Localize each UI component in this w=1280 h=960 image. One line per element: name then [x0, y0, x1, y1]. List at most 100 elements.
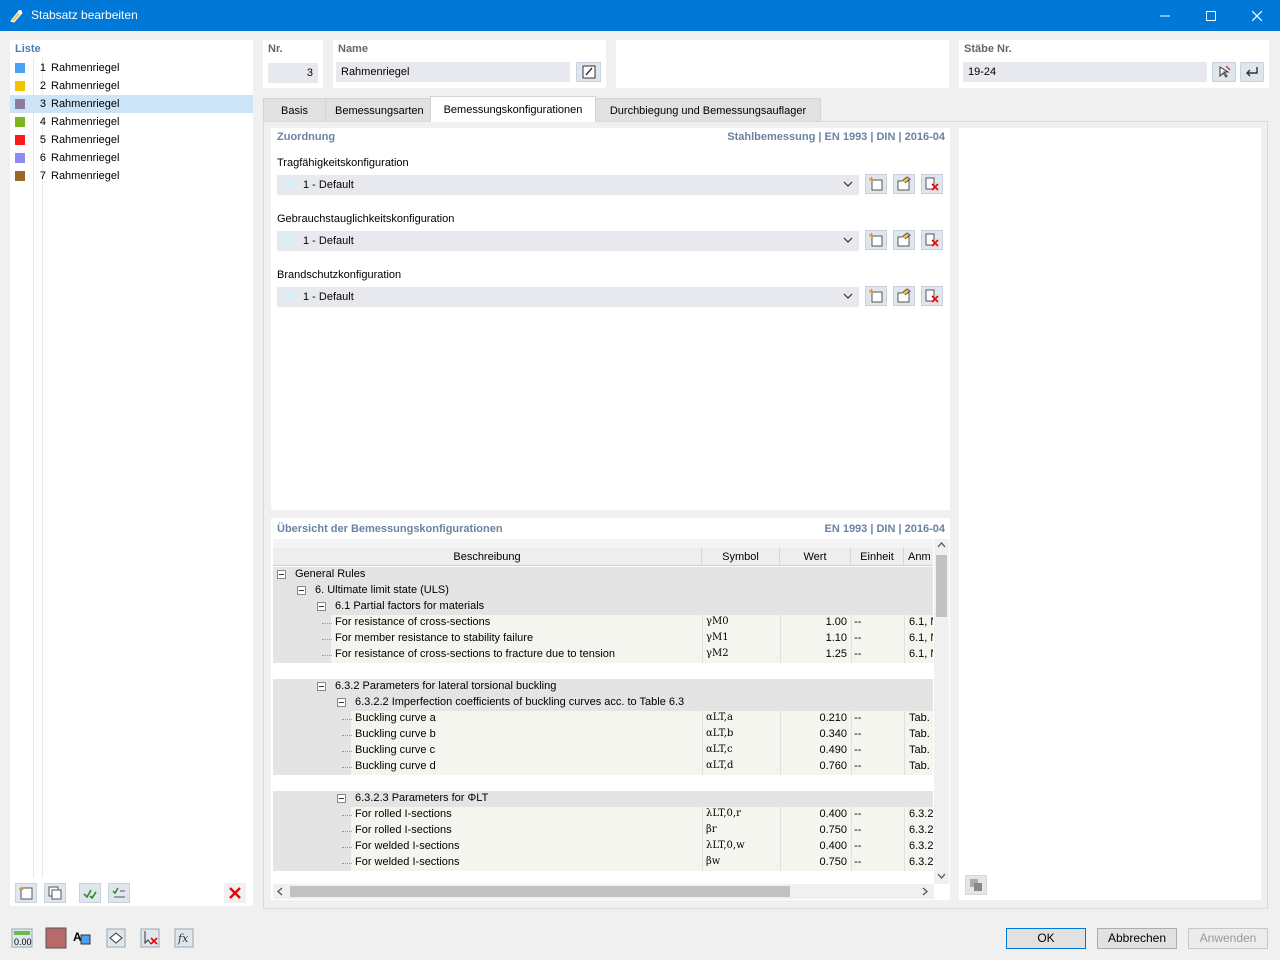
collapse-toggle-icon[interactable] — [317, 682, 326, 691]
tab-durchbiegung[interactable]: Durchbiegung und Bemessungsauflager — [595, 98, 821, 122]
row-symbol: αLT,b — [706, 728, 734, 739]
column-divider — [904, 823, 905, 839]
collapse-toggle-icon[interactable] — [337, 794, 346, 803]
edit-name-icon[interactable] — [576, 62, 601, 82]
horizontal-scroll-thumb[interactable] — [290, 886, 790, 897]
tree-group-row[interactable]: 6.3.2.3 Parameters for ΦLT — [273, 791, 933, 807]
col-header-description[interactable]: Beschreibung — [273, 548, 702, 566]
comment-box[interactable] — [616, 40, 949, 88]
list-item[interactable]: 2 Rahmenriegel — [10, 77, 253, 95]
check-selected-icon[interactable] — [108, 883, 130, 903]
new-config-icon[interactable] — [865, 286, 887, 306]
col-header-unit[interactable]: Einheit — [851, 548, 904, 566]
table-row[interactable]: Buckling curve d αLT,d 0.760 -- Tab. — [273, 759, 933, 775]
color-icon[interactable] — [44, 927, 68, 949]
column-divider — [702, 727, 703, 743]
list-item[interactable]: 6 Rahmenriegel — [10, 149, 253, 167]
table-row[interactable]: For rolled I-sections βr 0.750 -- 6.3.2 — [273, 823, 933, 839]
col-header-value[interactable]: Wert — [780, 548, 851, 566]
table-row[interactable]: For welded I-sections βw 0.750 -- 6.3.2 — [273, 855, 933, 871]
tree-group-row[interactable]: 6. Ultimate limit state (ULS) — [273, 583, 933, 599]
return-icon[interactable] — [1240, 62, 1264, 82]
tree-group-row[interactable]: 6.3.2 Parameters for lateral torsional b… — [273, 679, 933, 695]
app-icon — [9, 8, 24, 23]
name-field[interactable]: Rahmenriegel — [336, 62, 570, 82]
new-item-icon[interactable] — [15, 883, 37, 903]
vertical-scroll-thumb[interactable] — [936, 555, 947, 617]
copy-item-icon[interactable] — [44, 883, 66, 903]
vertical-scrollbar[interactable] — [934, 539, 949, 884]
col-header-note[interactable]: Anm — [904, 548, 933, 566]
tree-connector — [342, 863, 352, 864]
table-row[interactable]: Buckling curve b αLT,b 0.340 -- Tab. — [273, 727, 933, 743]
close-button[interactable] — [1234, 0, 1280, 31]
collapse-toggle-icon[interactable] — [297, 586, 306, 595]
tree-group-row[interactable]: General Rules — [273, 567, 933, 583]
row-symbol: βw — [706, 856, 721, 867]
tree-group-row[interactable]: 6.3.2.2 Imperfection coefficients of buc… — [273, 695, 933, 711]
name-label: Name — [338, 43, 368, 55]
uls-config-label: Tragfähigkeitskonfiguration — [277, 157, 409, 169]
table-row[interactable]: For rolled I-sections λLT,0,r 0.400 -- 6.3.2 — [273, 807, 933, 823]
delete-config-icon[interactable] — [921, 174, 943, 194]
table-row[interactable]: For member resistance to stability failu… — [273, 631, 933, 647]
row-description: For rolled I-sections — [355, 808, 452, 820]
list-item[interactable]: 5 Rahmenriegel — [10, 131, 253, 149]
tab-bemessungskonfigurationen[interactable]: Bemessungskonfigurationen — [430, 96, 596, 122]
row-description: 6.1 Partial factors for materials — [335, 600, 485, 612]
delete-config-icon[interactable] — [921, 230, 943, 250]
formula-icon[interactable]: fx — [172, 927, 196, 949]
table-row[interactable]: For resistance of cross-sections to frac… — [273, 647, 933, 663]
delete-icon[interactable] — [224, 883, 246, 903]
collapse-toggle-icon[interactable] — [337, 698, 346, 707]
row-unit: -- — [854, 856, 862, 868]
edit-config-icon[interactable] — [893, 174, 915, 194]
assignment-title: Zuordnung — [277, 131, 336, 143]
table-row[interactable]: Buckling curve c αLT,c 0.490 -- Tab. — [273, 743, 933, 759]
delete-selection-icon[interactable] — [138, 927, 162, 949]
tree-group-row[interactable]: 6.1 Partial factors for materials — [273, 599, 933, 615]
text-icon[interactable]: A — [70, 927, 94, 949]
list-item-label: Rahmenriegel — [51, 98, 120, 110]
row-description: Buckling curve d — [355, 760, 436, 772]
tab-basis[interactable]: Basis — [263, 98, 326, 122]
list-item[interactable]: 1 Rahmenriegel — [10, 59, 253, 77]
preview-options-icon[interactable] — [965, 875, 987, 895]
new-config-icon[interactable] — [865, 230, 887, 250]
row-unit: -- — [854, 808, 862, 820]
col-header-symbol[interactable]: Symbol — [702, 548, 780, 566]
table-row[interactable]: For welded I-sections λLT,0,w 0.400 -- 6.3.2 — [273, 839, 933, 855]
fire-config-select[interactable]: 1 - Default — [277, 287, 859, 307]
decimal-places-icon[interactable]: 0.00 — [10, 927, 34, 949]
svg-text:0.00: 0.00 — [14, 937, 32, 947]
collapse-toggle-icon[interactable] — [277, 570, 286, 579]
column-divider — [702, 807, 703, 823]
minimize-button[interactable] — [1142, 0, 1188, 31]
new-config-icon[interactable] — [865, 174, 887, 194]
pick-members-icon[interactable] — [1212, 62, 1236, 82]
list-item[interactable]: 7 Rahmenriegel — [10, 167, 253, 185]
horizontal-scrollbar[interactable] — [273, 884, 934, 899]
column-divider — [702, 631, 703, 647]
row-description: For rolled I-sections — [355, 824, 452, 836]
table-row[interactable]: For resistance of cross-sections γM0 1.00-… — [273, 615, 933, 631]
edit-config-icon[interactable] — [893, 286, 915, 306]
collapse-toggle-icon[interactable] — [317, 602, 326, 611]
chevron-down-icon — [843, 291, 853, 304]
nr-field[interactable]: 3 — [268, 63, 318, 83]
sls-config-select[interactable]: 1 - Default — [277, 231, 859, 251]
cancel-button[interactable]: Abbrechen — [1097, 928, 1177, 949]
view-icon[interactable] — [104, 927, 128, 949]
uls-config-select[interactable]: 1 - Default — [277, 175, 859, 195]
delete-config-icon[interactable] — [921, 286, 943, 306]
apply-button[interactable]: Anwenden — [1188, 928, 1268, 949]
list-item[interactable]: 4 Rahmenriegel — [10, 113, 253, 131]
list-item[interactable]: 3 Rahmenriegel — [10, 95, 253, 113]
check-all-icon[interactable] — [79, 883, 101, 903]
members-field[interactable]: 19-24 — [963, 62, 1207, 82]
maximize-button[interactable] — [1188, 0, 1234, 31]
table-row[interactable]: Buckling curve a αLT,a 0.210 -- Tab. — [273, 711, 933, 727]
ok-button[interactable]: OK — [1006, 928, 1086, 949]
tab-bemessungsarten[interactable]: Bemessungsarten — [325, 98, 431, 122]
edit-config-icon[interactable] — [893, 230, 915, 250]
